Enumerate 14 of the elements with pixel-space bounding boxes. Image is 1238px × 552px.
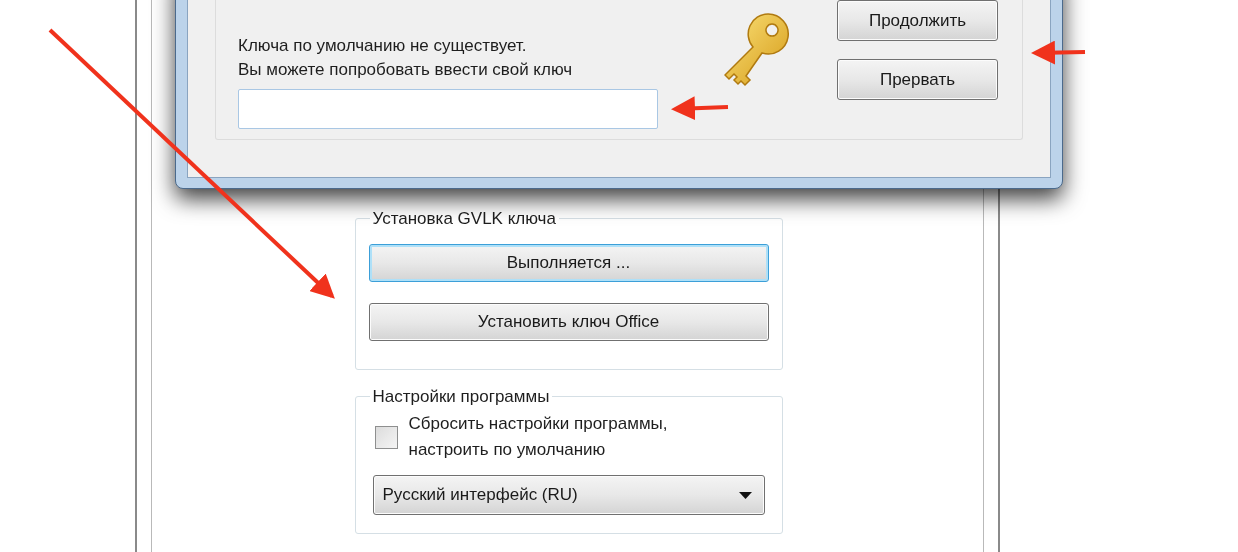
- dialog-button[interactable]: Продолжить: [837, 0, 998, 41]
- language-select[interactable]: Русский интерфейс (RU): [372, 475, 765, 515]
- checkbox[interactable]: [374, 425, 398, 449]
- action-button[interactable]: Установить ключ Office: [368, 302, 769, 341]
- annotation-arrow: [671, 96, 729, 121]
- key-input-field[interactable]: [238, 89, 658, 129]
- annotation-arrow: [1031, 40, 1086, 65]
- checkbox-label: Сбросить настройки программы, настроить по умолчанию: [408, 413, 669, 461]
- dialog-button[interactable]: Прервать: [837, 59, 998, 100]
- group-title: Настройки программы: [371, 385, 551, 408]
- dialog-message: Ключа по умолчанию не существует. Вы можете попробовать ввести свой ключ: [238, 35, 574, 81]
- group-title: Установка GVLK ключа: [371, 208, 557, 230]
- action-button[interactable]: Выполняется ...: [368, 243, 769, 282]
- dropdown-caret-icon: [738, 491, 752, 499]
